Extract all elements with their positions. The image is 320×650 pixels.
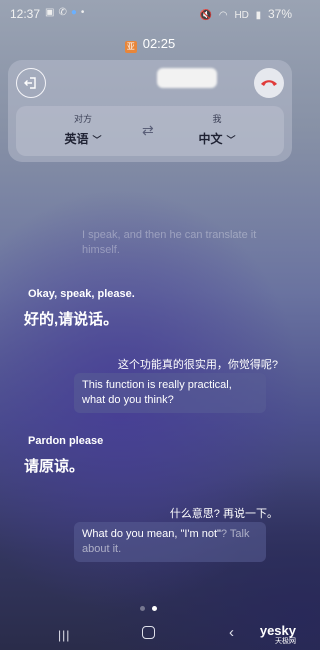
my-role-label: 我 [212, 114, 222, 124]
my-original-text: 什么意思? 再说一下。 [169, 508, 278, 520]
page-dot[interactable] [140, 606, 145, 611]
other-original-text: Pardon please [28, 435, 104, 447]
watermark-sub: 天极网 [275, 638, 296, 645]
status-time: 12:37 [10, 7, 41, 21]
my-language-selector[interactable]: 我 中文 ﹀ [172, 112, 262, 147]
gallery-icon: ▣ [45, 7, 59, 18]
end-call-icon [261, 80, 277, 86]
my-translation-bubble: What do you mean, "I'm not"? Talk about … [74, 522, 266, 562]
my-translation-bubble: This function is really practical, what … [74, 373, 266, 413]
chevron-down-icon: ﹀ [226, 135, 236, 145]
language-selector: 对方 英语 ﹀ ⇄ 我 中文 ﹀ [16, 106, 284, 156]
call-timer-row: 亚 02:25 [0, 36, 300, 53]
mute-icon: 🔇 [199, 10, 213, 21]
phone-icon: ✆ [58, 7, 71, 18]
call-timer: 02:25 [142, 36, 176, 51]
my-translated-text: What do you mean, "I'm not" [82, 528, 221, 540]
call-app-icon: 亚 [124, 41, 137, 53]
other-translated-text: 好的,请说话。 [24, 311, 119, 328]
dot-icon: • [80, 7, 89, 18]
caller-name-redacted [157, 68, 217, 88]
hd-icon: HD [234, 10, 249, 21]
faded-message: I speak, and then he can translate it hi… [82, 229, 257, 256]
watermark-logo: yesky 天极网 [260, 624, 296, 646]
status-bar: 12:37 ▣✆●• 🔇 ◠ HD ▮ 37% [0, 0, 300, 28]
wifi-icon: ◠ [218, 10, 228, 21]
chevron-down-icon: ﹀ [92, 135, 102, 145]
bixby-icon: ● [70, 7, 81, 18]
back-button[interactable]: ‹ [229, 624, 234, 641]
end-call-button[interactable] [254, 68, 284, 98]
swap-languages-icon[interactable]: ⇄ [142, 122, 154, 139]
battery-level: 37% [267, 7, 292, 21]
page-dot-active[interactable] [152, 606, 157, 611]
home-button[interactable] [142, 626, 155, 639]
my-original-text: 这个功能真的很实用，你觉得呢? [117, 359, 278, 371]
recent-apps-button[interactable]: ||| [58, 628, 70, 642]
notification-icons: ▣✆●• [45, 7, 88, 18]
my-translated-text: This function is really practical, what … [82, 379, 232, 406]
my-language-value: 中文 [198, 132, 223, 146]
other-language-selector[interactable]: 对方 英语 ﹀ [38, 112, 128, 147]
exit-translation-button[interactable] [16, 68, 46, 98]
signal-icon: ▮ [255, 10, 262, 21]
call-control-panel: 对方 英语 ﹀ ⇄ 我 中文 ﹀ [8, 60, 292, 162]
other-role-label: 对方 [73, 114, 92, 124]
page-indicator [140, 598, 164, 616]
other-translated-text: 请原谅。 [24, 458, 85, 475]
other-original-text: Okay, speak, please. [28, 288, 135, 300]
system-icons: 🔇 ◠ HD ▮ 37% [196, 7, 292, 21]
navigation-bar: ||| ‹ [0, 620, 300, 650]
other-language-value: 英语 [64, 132, 89, 146]
watermark-main: yesky [259, 623, 296, 638]
exit-icon [24, 77, 36, 89]
